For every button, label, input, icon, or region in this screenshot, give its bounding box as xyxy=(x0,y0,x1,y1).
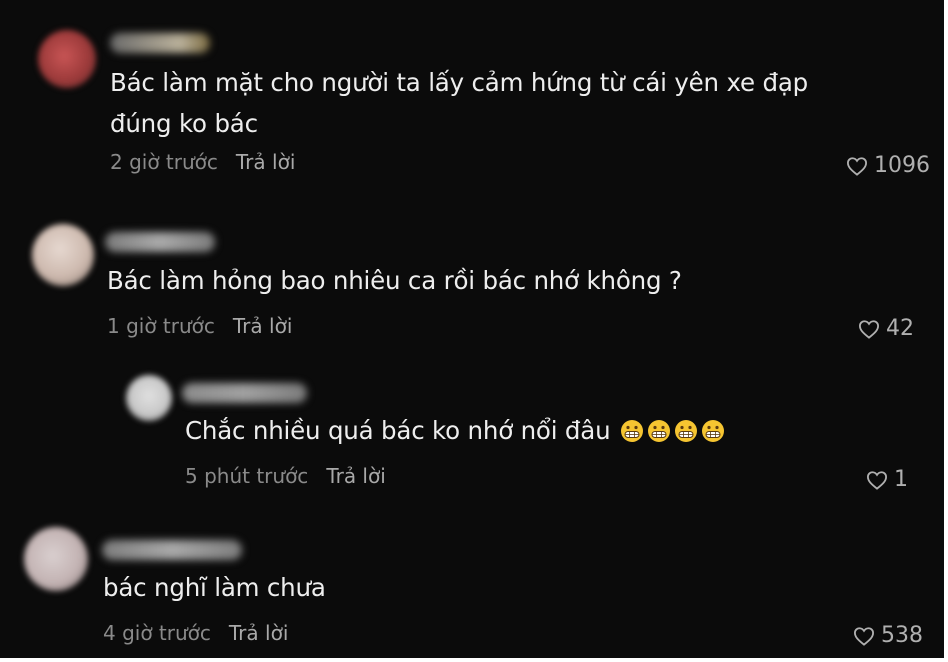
comment-meta: 4 giờ trước Trả lời xyxy=(103,621,288,645)
comments-screen: Bác làm mặt cho người ta lấy cảm hứng từ… xyxy=(0,0,944,658)
like-count: 538 xyxy=(881,623,923,648)
reply-button[interactable]: Trả lời xyxy=(229,621,288,645)
avatar[interactable] xyxy=(24,527,88,591)
heart-outline-icon xyxy=(853,626,875,646)
like-button[interactable]: 538 xyxy=(853,623,923,649)
username[interactable] xyxy=(102,540,242,560)
comment-text-line: bác nghĩ làm chưa xyxy=(103,573,326,602)
comment-item: bác nghĩ làm chưa 4 giờ trước Trả lời 538 xyxy=(0,0,944,658)
timestamp: 4 giờ trước xyxy=(103,621,211,645)
comment-text: bác nghĩ làm chưa xyxy=(103,567,326,608)
